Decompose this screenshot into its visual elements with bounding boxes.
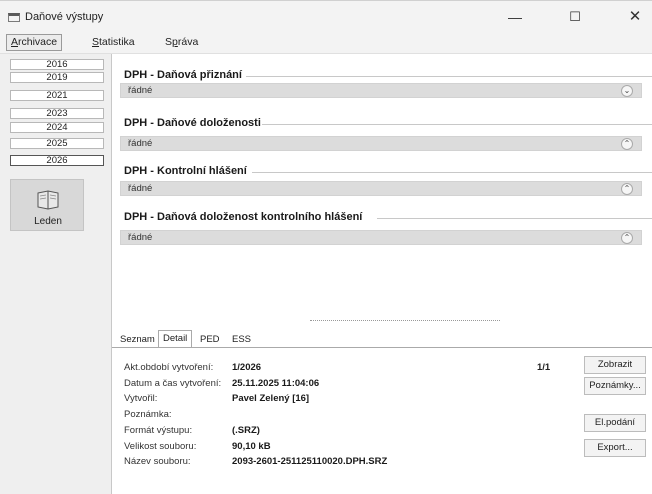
- window-title: Daňové výstupy: [25, 11, 104, 23]
- section-title: DPH - Daňová přiznání: [124, 69, 242, 81]
- chevron-down-icon[interactable]: ⌄: [621, 85, 633, 97]
- format-label: Formát výstupu:: [124, 425, 193, 436]
- month-label: Leden: [34, 216, 62, 227]
- tab-ess[interactable]: ESS: [228, 332, 255, 347]
- chevron-up-icon[interactable]: ⌃: [621, 183, 633, 195]
- menu-sprava[interactable]: Správa: [165, 36, 198, 48]
- section-value: řádné: [128, 232, 153, 243]
- year-item[interactable]: 2024: [10, 122, 104, 133]
- app-icon: [8, 13, 20, 22]
- record-pager: 1/1: [537, 362, 551, 373]
- zobrazit-button[interactable]: Zobrazit: [584, 356, 646, 374]
- title-bar: Daňové výstupy — ☐ ✕: [0, 0, 652, 32]
- section-value: řádné: [128, 138, 153, 149]
- year-item[interactable]: 2023: [10, 108, 104, 119]
- menu-archivace-accel: A: [11, 36, 19, 48]
- section-bar[interactable]: řádné ⌃: [120, 136, 642, 151]
- year-item[interactable]: 2025: [10, 138, 104, 149]
- section-bar[interactable]: řádné ⌃: [120, 230, 642, 245]
- menu-statistika[interactable]: Statistika: [92, 36, 135, 48]
- tab-detail[interactable]: Detail: [158, 330, 193, 348]
- section-bar[interactable]: řádné ⌃: [120, 181, 642, 196]
- book-icon: [37, 190, 59, 210]
- format-value: (.SRZ): [232, 425, 260, 436]
- month-tile-leden[interactable]: Leden: [10, 179, 84, 231]
- poznamka-label: Poznámka:: [124, 409, 172, 420]
- detail-panel: Akt.období vytvoření: 1/2026 Datum a čas…: [112, 348, 652, 494]
- vytvoril-label: Vytvořil:: [124, 393, 158, 404]
- year-item[interactable]: 2016: [10, 59, 104, 70]
- minimize-button[interactable]: —: [500, 9, 530, 25]
- elpodani-button[interactable]: El.podání: [584, 414, 646, 432]
- chevron-up-icon[interactable]: ⌃: [621, 138, 633, 150]
- nazev-value: 2093-2601-251125110020.DPH.SRZ: [232, 456, 388, 467]
- section-divider: [262, 124, 652, 125]
- menu-archivace[interactable]: Archivace: [6, 34, 63, 51]
- obdobi-value: 1/2026: [232, 362, 262, 373]
- chevron-up-icon[interactable]: ⌃: [621, 232, 633, 244]
- menu-sprava-label-start: S: [165, 36, 173, 48]
- poznamky-button[interactable]: Poznámky...: [584, 377, 646, 395]
- section-divider: [252, 172, 652, 173]
- vytvoril-value: Pavel Zelený [16]: [232, 393, 310, 404]
- menu-statistika-label: tatistika: [99, 36, 135, 48]
- period-panel: 2016 2019 2021 2023 2024 2025 2026 Leden: [0, 54, 112, 494]
- section-divider: [377, 218, 652, 219]
- splitter-handle[interactable]: [310, 320, 500, 323]
- export-button[interactable]: Export...: [584, 439, 646, 457]
- tab-ped[interactable]: PED: [196, 332, 224, 347]
- obdobi-label: Akt.období vytvoření:: [124, 362, 214, 373]
- section-divider: [246, 76, 652, 77]
- section-title: DPH - Daňová doloženost kontrolního hláš…: [124, 211, 363, 223]
- section-value: řádné: [128, 183, 153, 194]
- section-bar[interactable]: řádné ⌄: [120, 83, 642, 98]
- tab-seznam[interactable]: Seznam: [116, 332, 159, 347]
- maximize-button[interactable]: ☐: [560, 9, 590, 25]
- section-title: DPH - Daňové doloženosti: [124, 117, 261, 129]
- nazev-label: Název souboru:: [124, 456, 191, 467]
- close-button[interactable]: ✕: [620, 9, 650, 25]
- datum-label: Datum a čas vytvoření:: [124, 378, 222, 389]
- menu-bar: Archivace Statistika Správa: [0, 32, 652, 54]
- menu-sprava-label-end: ráva: [177, 36, 199, 48]
- menu-statistika-accel: S: [92, 36, 100, 48]
- year-item[interactable]: 2021: [10, 90, 104, 101]
- datum-value: 25.11.2025 11:04:06: [232, 378, 320, 389]
- velikost-label: Velikost souboru:: [124, 441, 197, 452]
- section-title: DPH - Kontrolní hlášení: [124, 165, 247, 177]
- menu-archivace-label: rchivace: [18, 36, 58, 48]
- main-panel: DPH - Daňová přiznání řádné ⌄ DPH - Daňo…: [112, 54, 652, 322]
- detail-tabs: Seznam Detail PED ESS: [112, 330, 652, 348]
- section-value: řádné: [128, 85, 153, 96]
- year-item-selected[interactable]: 2026: [10, 155, 104, 166]
- velikost-value: 90,10 kB: [232, 441, 271, 452]
- year-item[interactable]: 2019: [10, 72, 104, 83]
